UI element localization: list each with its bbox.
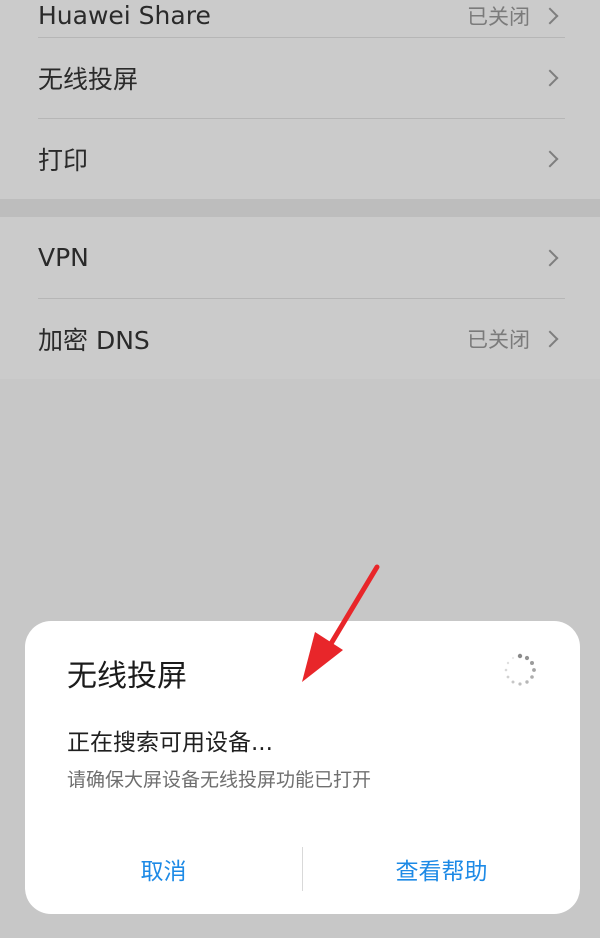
settings-item-wireless-projection[interactable]: 无线投屏 bbox=[0, 37, 600, 118]
settings-item-encrypted-dns[interactable]: 加密 DNS 已关闭 bbox=[0, 298, 600, 379]
wireless-projection-dialog: 无线投屏 正在搜索可用设备... 请确保大屏设备无线投屏功能已打开 取消 查看帮… bbox=[25, 621, 580, 914]
settings-item-value: 已关闭 bbox=[467, 4, 530, 29]
settings-item-label: 无线投屏 bbox=[38, 64, 139, 94]
dialog-title: 无线投屏 bbox=[67, 659, 187, 694]
settings-group-network: VPN 加密 DNS 已关闭 bbox=[0, 217, 600, 379]
chevron-right-icon bbox=[541, 150, 559, 167]
settings-item-vpn[interactable]: VPN bbox=[0, 217, 600, 298]
chevron-right-icon bbox=[541, 330, 559, 347]
dialog-hint-text: 请确保大屏设备无线投屏功能已打开 bbox=[67, 769, 372, 791]
settings-item-label: VPN bbox=[38, 243, 89, 272]
settings-item-huawei-share[interactable]: Huawei Share 已关闭 bbox=[0, 0, 600, 37]
settings-item-label: 打印 bbox=[38, 145, 89, 175]
chevron-right-icon bbox=[541, 69, 559, 86]
chevron-right-icon bbox=[541, 7, 559, 24]
chevron-right-icon bbox=[541, 249, 559, 266]
settings-item-value: 已关闭 bbox=[467, 327, 530, 352]
settings-item-label: 加密 DNS bbox=[38, 325, 150, 355]
loading-spinner-icon bbox=[504, 653, 536, 686]
settings-item-print[interactable]: 打印 bbox=[0, 118, 600, 199]
dialog-status-text: 正在搜索可用设备... bbox=[67, 730, 273, 756]
view-help-button[interactable]: 查看帮助 bbox=[303, 847, 580, 891]
settings-group-connections: Huawei Share 已关闭 无线投屏 打印 bbox=[0, 0, 600, 199]
settings-item-label: Huawei Share bbox=[38, 1, 211, 30]
group-divider bbox=[0, 199, 600, 217]
cancel-button[interactable]: 取消 bbox=[25, 847, 302, 891]
